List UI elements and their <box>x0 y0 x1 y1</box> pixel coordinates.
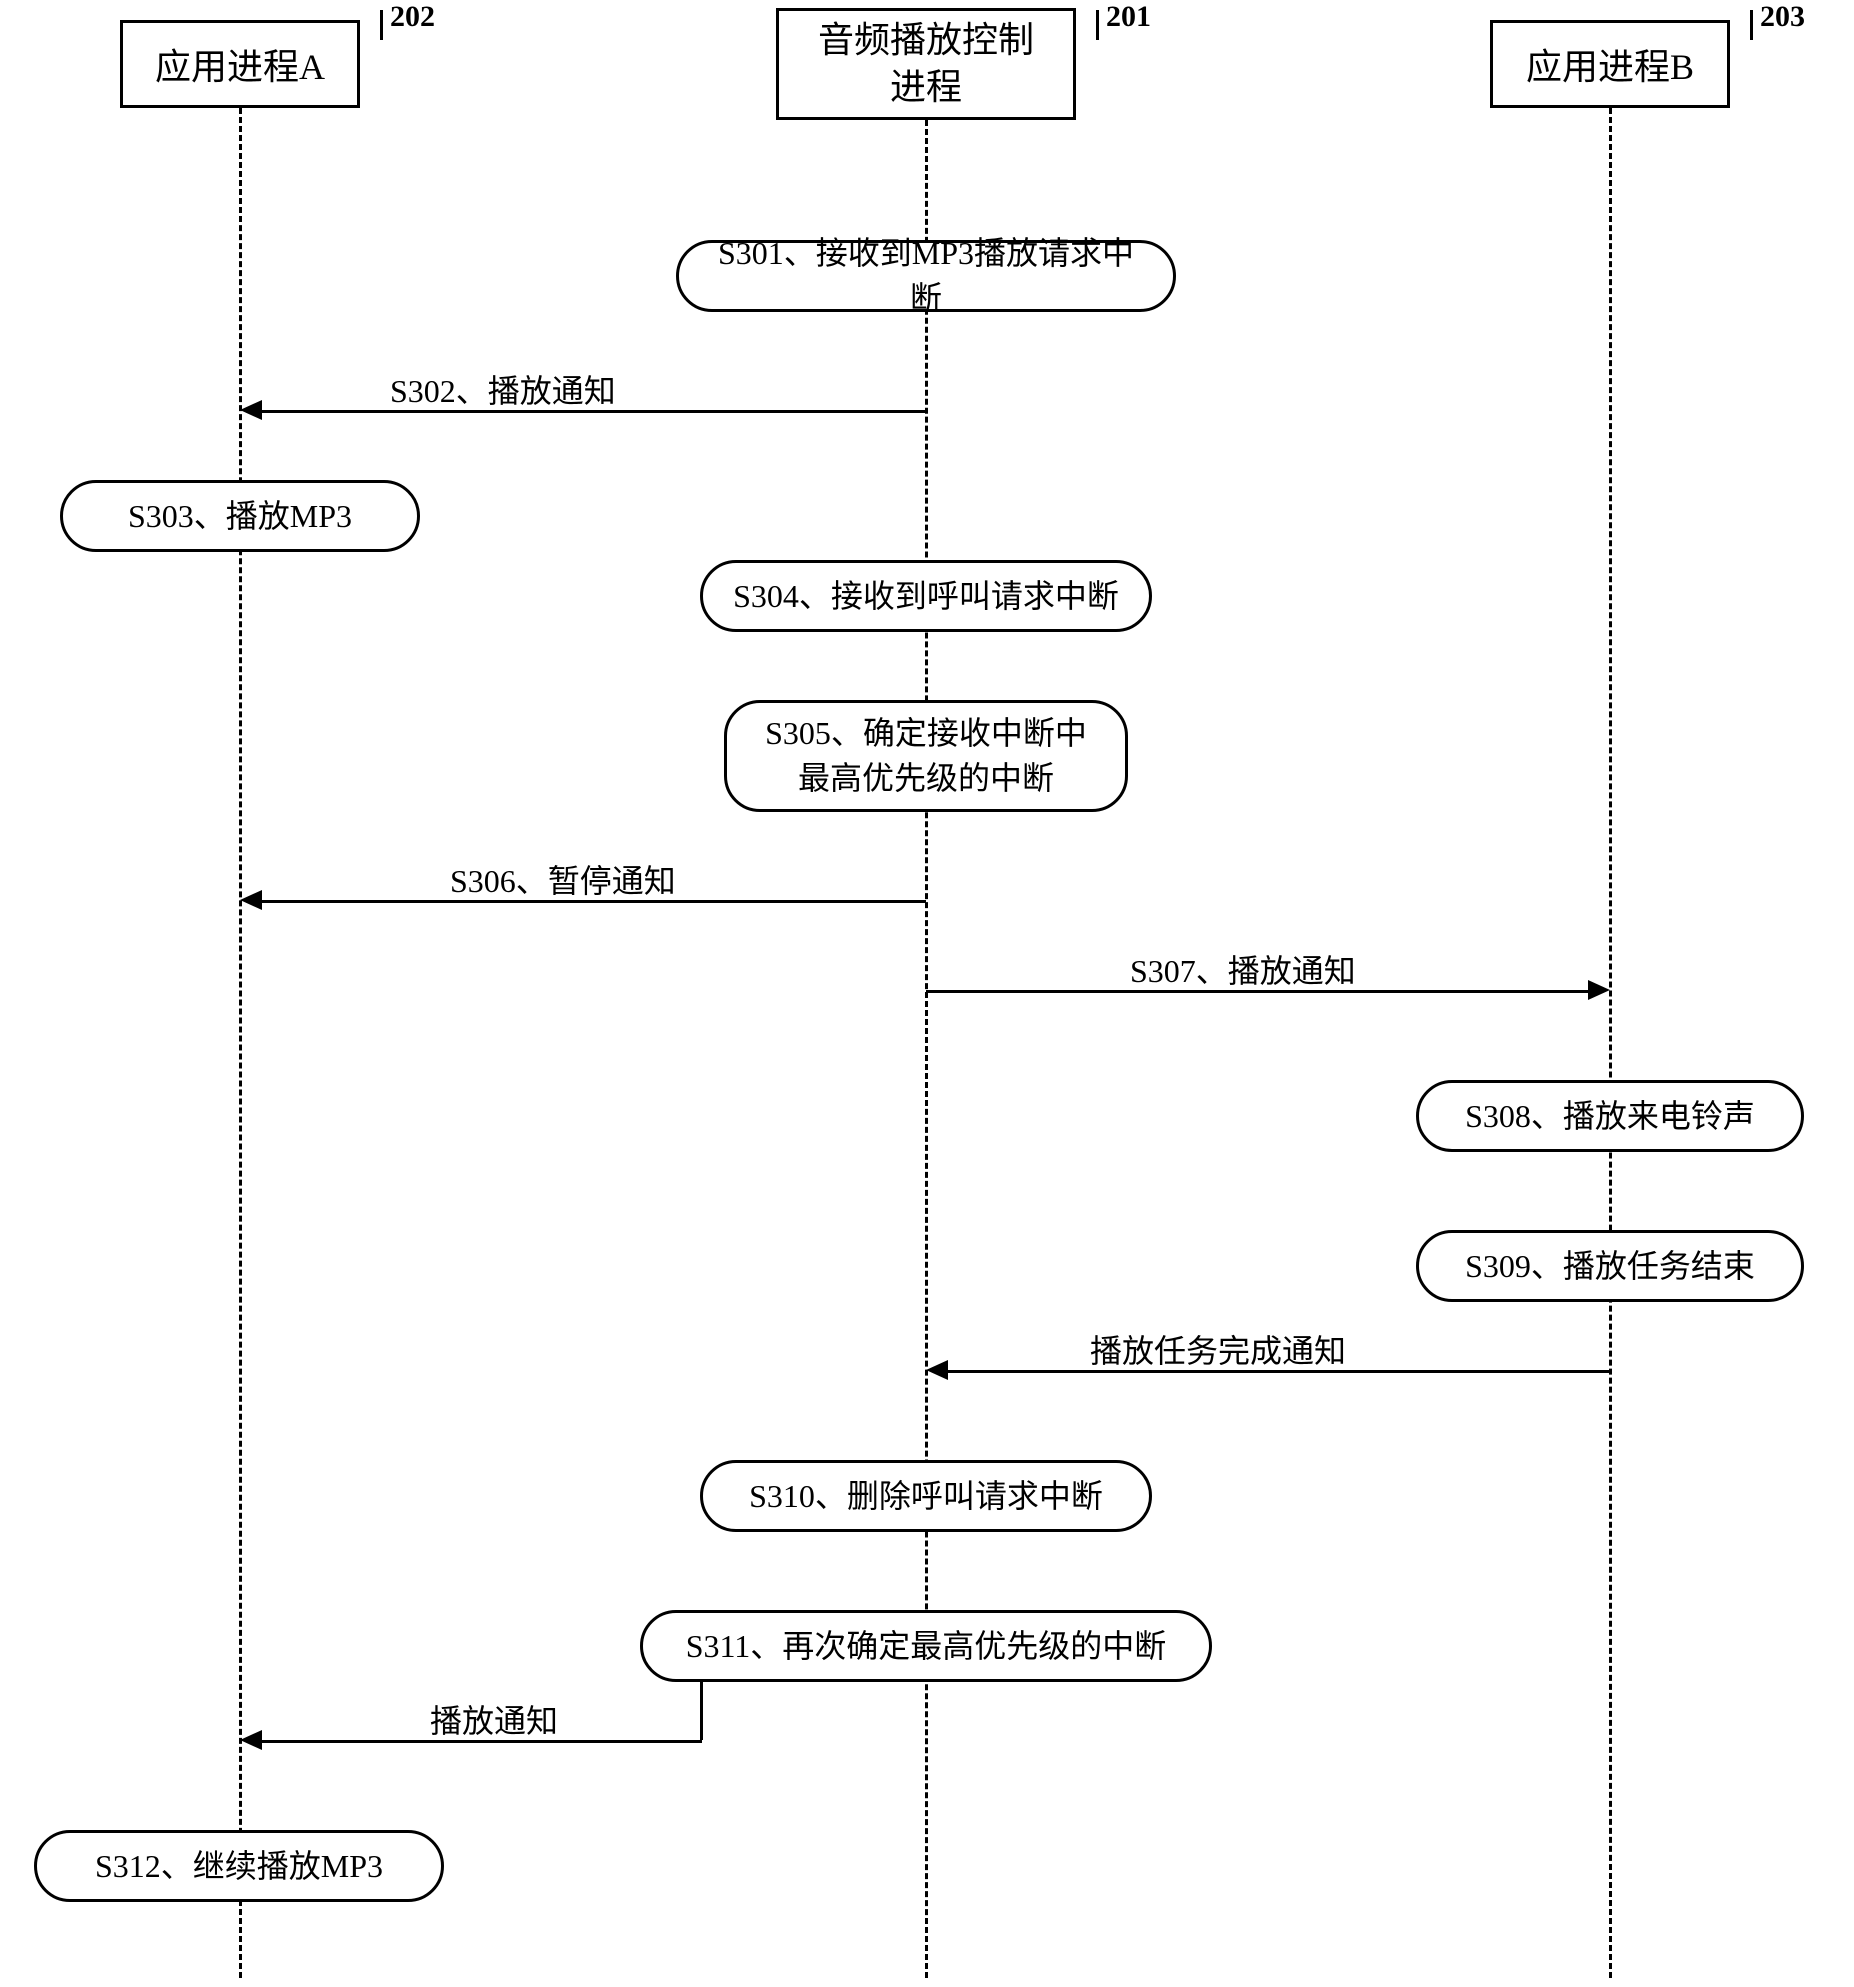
connector-s311 <box>700 1682 703 1740</box>
lifeline-header-ctrl: 音频播放控制 进程 <box>776 8 1076 120</box>
step-s305-text: S305、确定接收中断中 最高优先级的中断 <box>765 711 1087 801</box>
step-s310: S310、删除呼叫请求中断 <box>700 1460 1152 1532</box>
arrow-play-head <box>240 1730 262 1750</box>
step-s309-text: S309、播放任务结束 <box>1465 1244 1755 1289</box>
step-s308: S308、播放来电铃声 <box>1416 1080 1804 1152</box>
step-s310-text: S310、删除呼叫请求中断 <box>749 1474 1103 1519</box>
lifeline-header-b: 应用进程B <box>1490 20 1730 108</box>
ref-label-b: 203 <box>1760 0 1805 34</box>
arrow-s302-head <box>240 400 262 420</box>
step-s311-text: S311、再次确定最高优先级的中断 <box>686 1624 1167 1669</box>
step-s301: S301、接收到MP3播放请求中断 <box>676 240 1176 312</box>
lifeline-b-title: 应用进程B <box>1526 38 1694 90</box>
lifeline-a-title: 应用进程A <box>155 38 325 90</box>
step-s304-text: S304、接收到呼叫请求中断 <box>733 574 1119 619</box>
step-s304: S304、接收到呼叫请求中断 <box>700 560 1152 632</box>
arrow-complete-head <box>926 1360 948 1380</box>
msg-s302: S302、播放通知 <box>390 366 616 412</box>
lifeline-ctrl-title: 音频播放控制 进程 <box>818 17 1034 111</box>
step-s308-text: S308、播放来电铃声 <box>1465 1094 1755 1139</box>
lifeline-a <box>239 108 242 1978</box>
step-s312: S312、继续播放MP3 <box>34 1830 444 1902</box>
ref-line-ctrl <box>1096 10 1099 40</box>
ref-label-a: 202 <box>390 0 435 34</box>
step-s301-text: S301、接收到MP3播放请求中断 <box>703 231 1149 321</box>
step-s311: S311、再次确定最高优先级的中断 <box>640 1610 1212 1682</box>
arrow-s306-head <box>240 890 262 910</box>
step-s312-text: S312、继续播放MP3 <box>95 1844 383 1889</box>
step-s303: S303、播放MP3 <box>60 480 420 552</box>
msg-s307: S307、播放通知 <box>1130 946 1356 992</box>
lifeline-header-a: 应用进程A <box>120 20 360 108</box>
lifeline-b <box>1609 108 1612 1978</box>
msg-complete: 播放任务完成通知 <box>1090 1326 1346 1372</box>
ref-line-b <box>1750 10 1753 40</box>
msg-s306: S306、暂停通知 <box>450 856 676 902</box>
step-s303-text: S303、播放MP3 <box>128 494 352 539</box>
step-s305: S305、确定接收中断中 最高优先级的中断 <box>724 700 1128 812</box>
step-s309: S309、播放任务结束 <box>1416 1230 1804 1302</box>
ref-label-ctrl: 201 <box>1106 0 1151 34</box>
lifeline-ctrl <box>925 120 928 1978</box>
msg-play: 播放通知 <box>430 1696 558 1742</box>
ref-line-a <box>380 10 383 40</box>
arrow-s307-head <box>1588 980 1610 1000</box>
